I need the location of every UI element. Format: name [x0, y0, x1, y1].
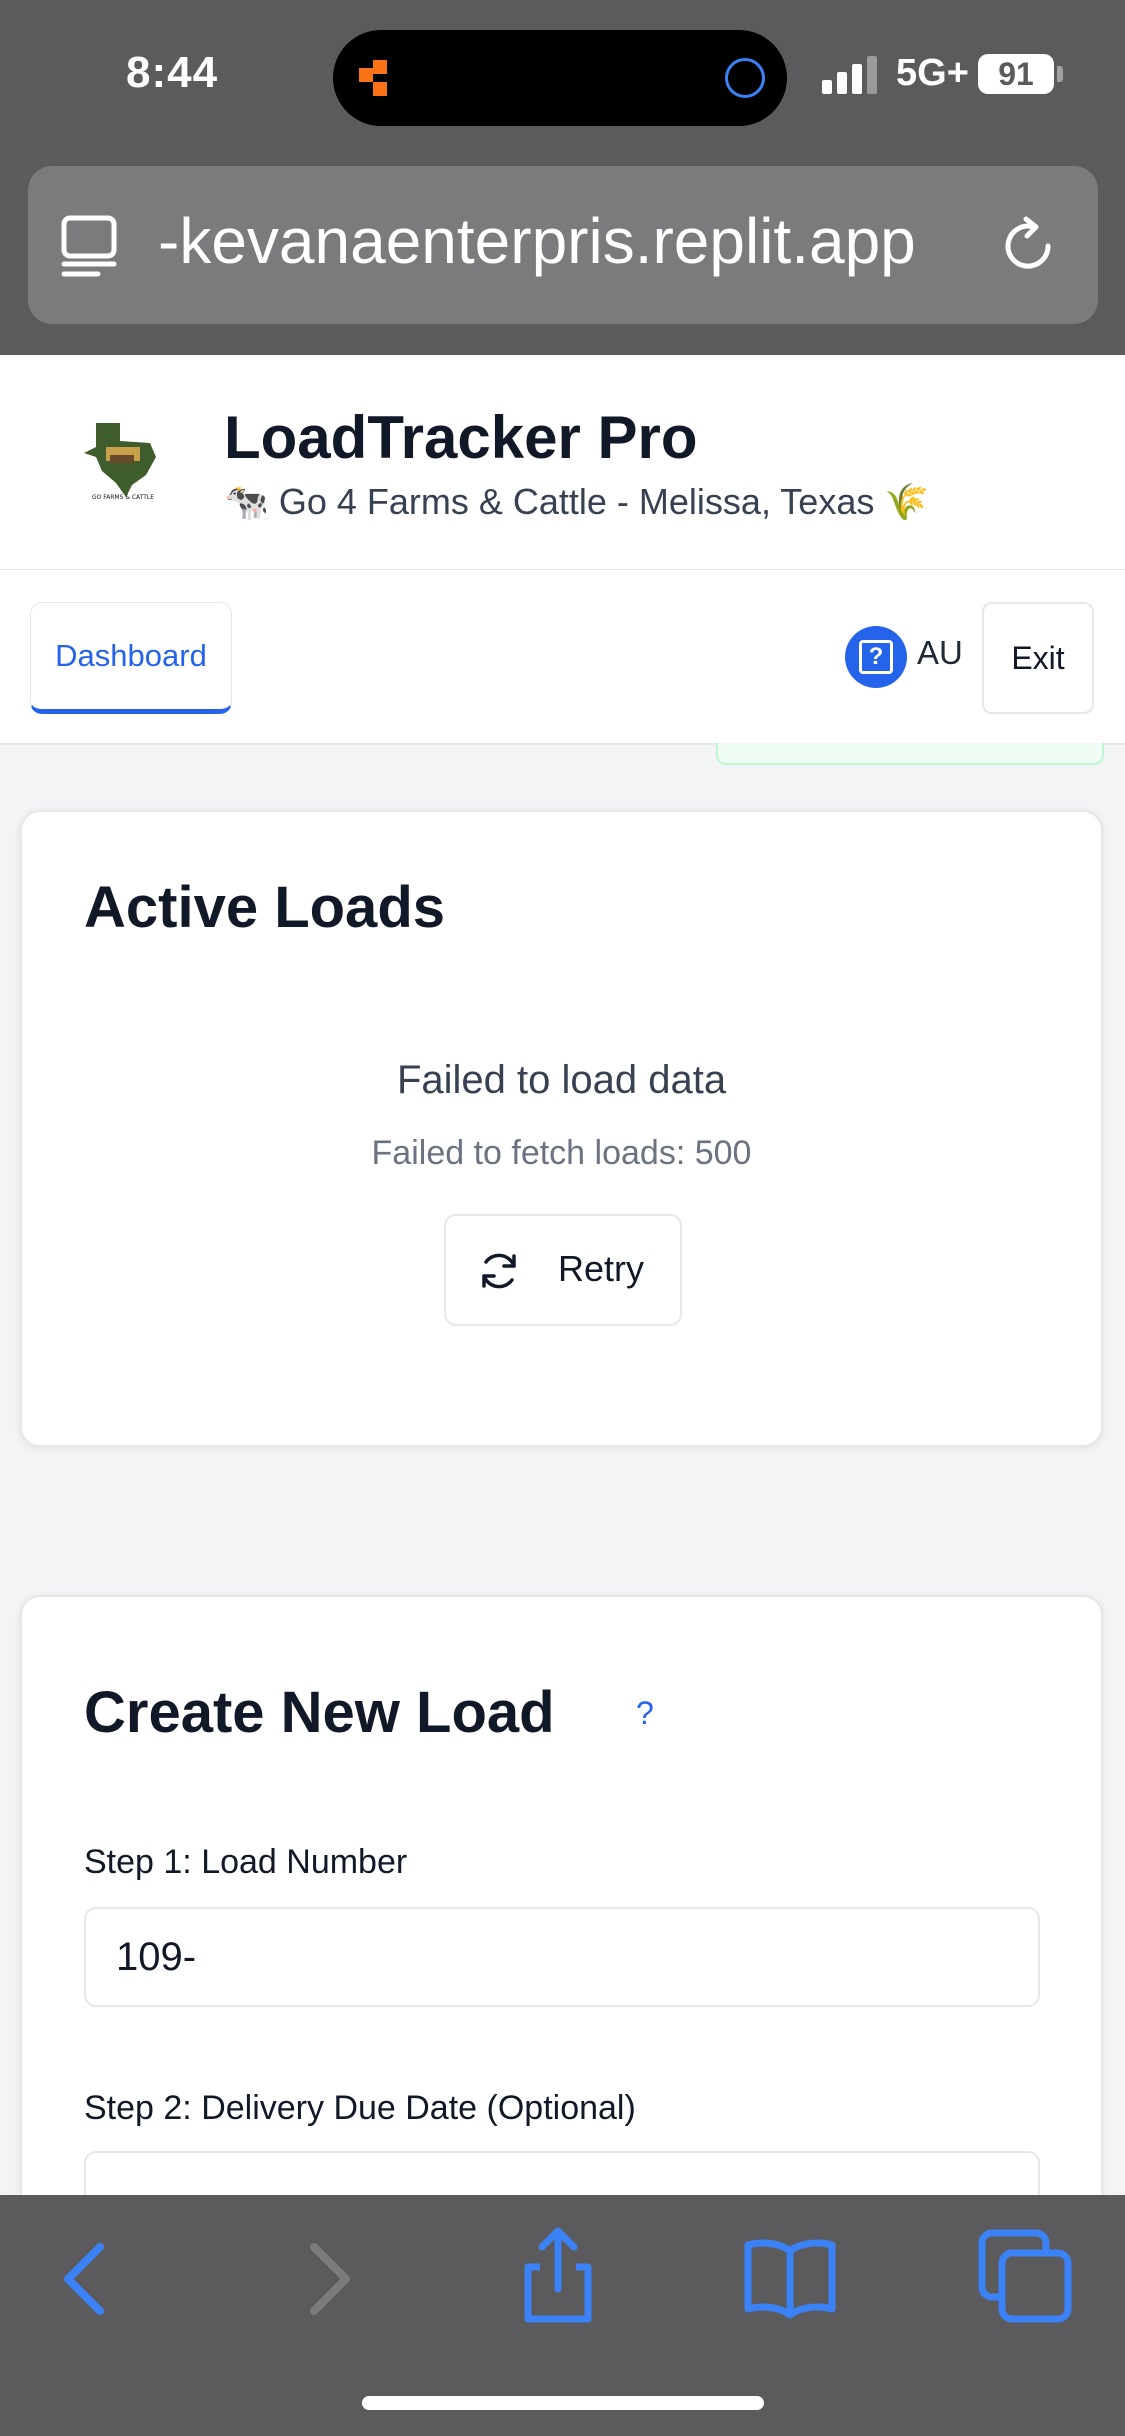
create-load-card: Create New Load ? Step 1: Load Number 10… — [20, 1595, 1103, 2195]
retry-button[interactable]: Retry — [444, 1214, 682, 1326]
address-bar[interactable]: -kevanaenterpris.replit.app — [28, 166, 1098, 324]
url-text[interactable]: -kevanaenterpris.replit.app — [158, 204, 998, 278]
active-loads-title: Active Loads — [84, 875, 445, 940]
error-detail: Failed to fetch loads: 500 — [371, 1134, 752, 1172]
refresh-icon — [482, 1253, 516, 1289]
status-time: 8:44 — [126, 48, 219, 97]
user-initials[interactable]: AU — [917, 634, 963, 672]
network-type: 5G+ — [896, 52, 969, 94]
retry-label: Retry — [558, 1248, 645, 1289]
app-activity-icon — [359, 60, 387, 96]
signal-icon — [822, 56, 877, 94]
tabs-icon[interactable] — [976, 2227, 1076, 2327]
web-page: GO FARMS & CATTLE LoadTracker Pro 🐄 Go 4… — [0, 355, 1125, 2195]
help-icon-glyph: ? — [859, 640, 893, 674]
share-icon[interactable] — [508, 2227, 608, 2327]
bookmarks-icon[interactable] — [740, 2227, 840, 2327]
logo-text: GO FARMS & CATTLE — [92, 494, 154, 501]
nav-bar: Dashboard ? AU Exit — [0, 570, 1125, 745]
step1-label: Step 1: Load Number — [84, 1843, 408, 1881]
active-loads-card: Active Loads Failed to load data Failed … — [20, 810, 1103, 1447]
app-title: LoadTracker Pro — [224, 404, 698, 471]
home-indicator — [362, 2396, 764, 2410]
reader-icon[interactable] — [60, 214, 120, 278]
tab-dashboard[interactable]: Dashboard — [30, 602, 232, 714]
app-header: GO FARMS & CATTLE LoadTracker Pro 🐄 Go 4… — [0, 355, 1125, 570]
status-bar: 8:44 5G+ 91 — [0, 0, 1125, 155]
load-number-input[interactable]: 109- — [84, 1907, 1040, 2007]
forward-icon[interactable] — [278, 2227, 378, 2327]
app-subtitle: 🐄 Go 4 Farms & Cattle - Melissa, Texas 🌾 — [224, 481, 930, 522]
help-icon[interactable]: ? — [845, 626, 907, 688]
battery-icon: 91 — [978, 54, 1054, 94]
exit-button[interactable]: Exit — [982, 602, 1094, 714]
create-load-title: Create New Load — [84, 1680, 555, 1745]
reload-icon[interactable] — [996, 214, 1060, 278]
farm-logo: GO FARMS & CATTLE — [84, 423, 156, 501]
dynamic-island — [333, 30, 787, 126]
notice-strip — [716, 743, 1104, 765]
error-title: Failed to load data — [396, 1058, 727, 1102]
step2-label: Step 2: Delivery Due Date (Optional) — [84, 2089, 636, 2127]
checkmark-icon — [725, 58, 765, 98]
back-icon[interactable] — [36, 2227, 136, 2327]
create-load-help[interactable]: ? — [636, 1695, 654, 1732]
battery-nub — [1057, 66, 1063, 82]
due-date-input[interactable] — [84, 2151, 1040, 2195]
